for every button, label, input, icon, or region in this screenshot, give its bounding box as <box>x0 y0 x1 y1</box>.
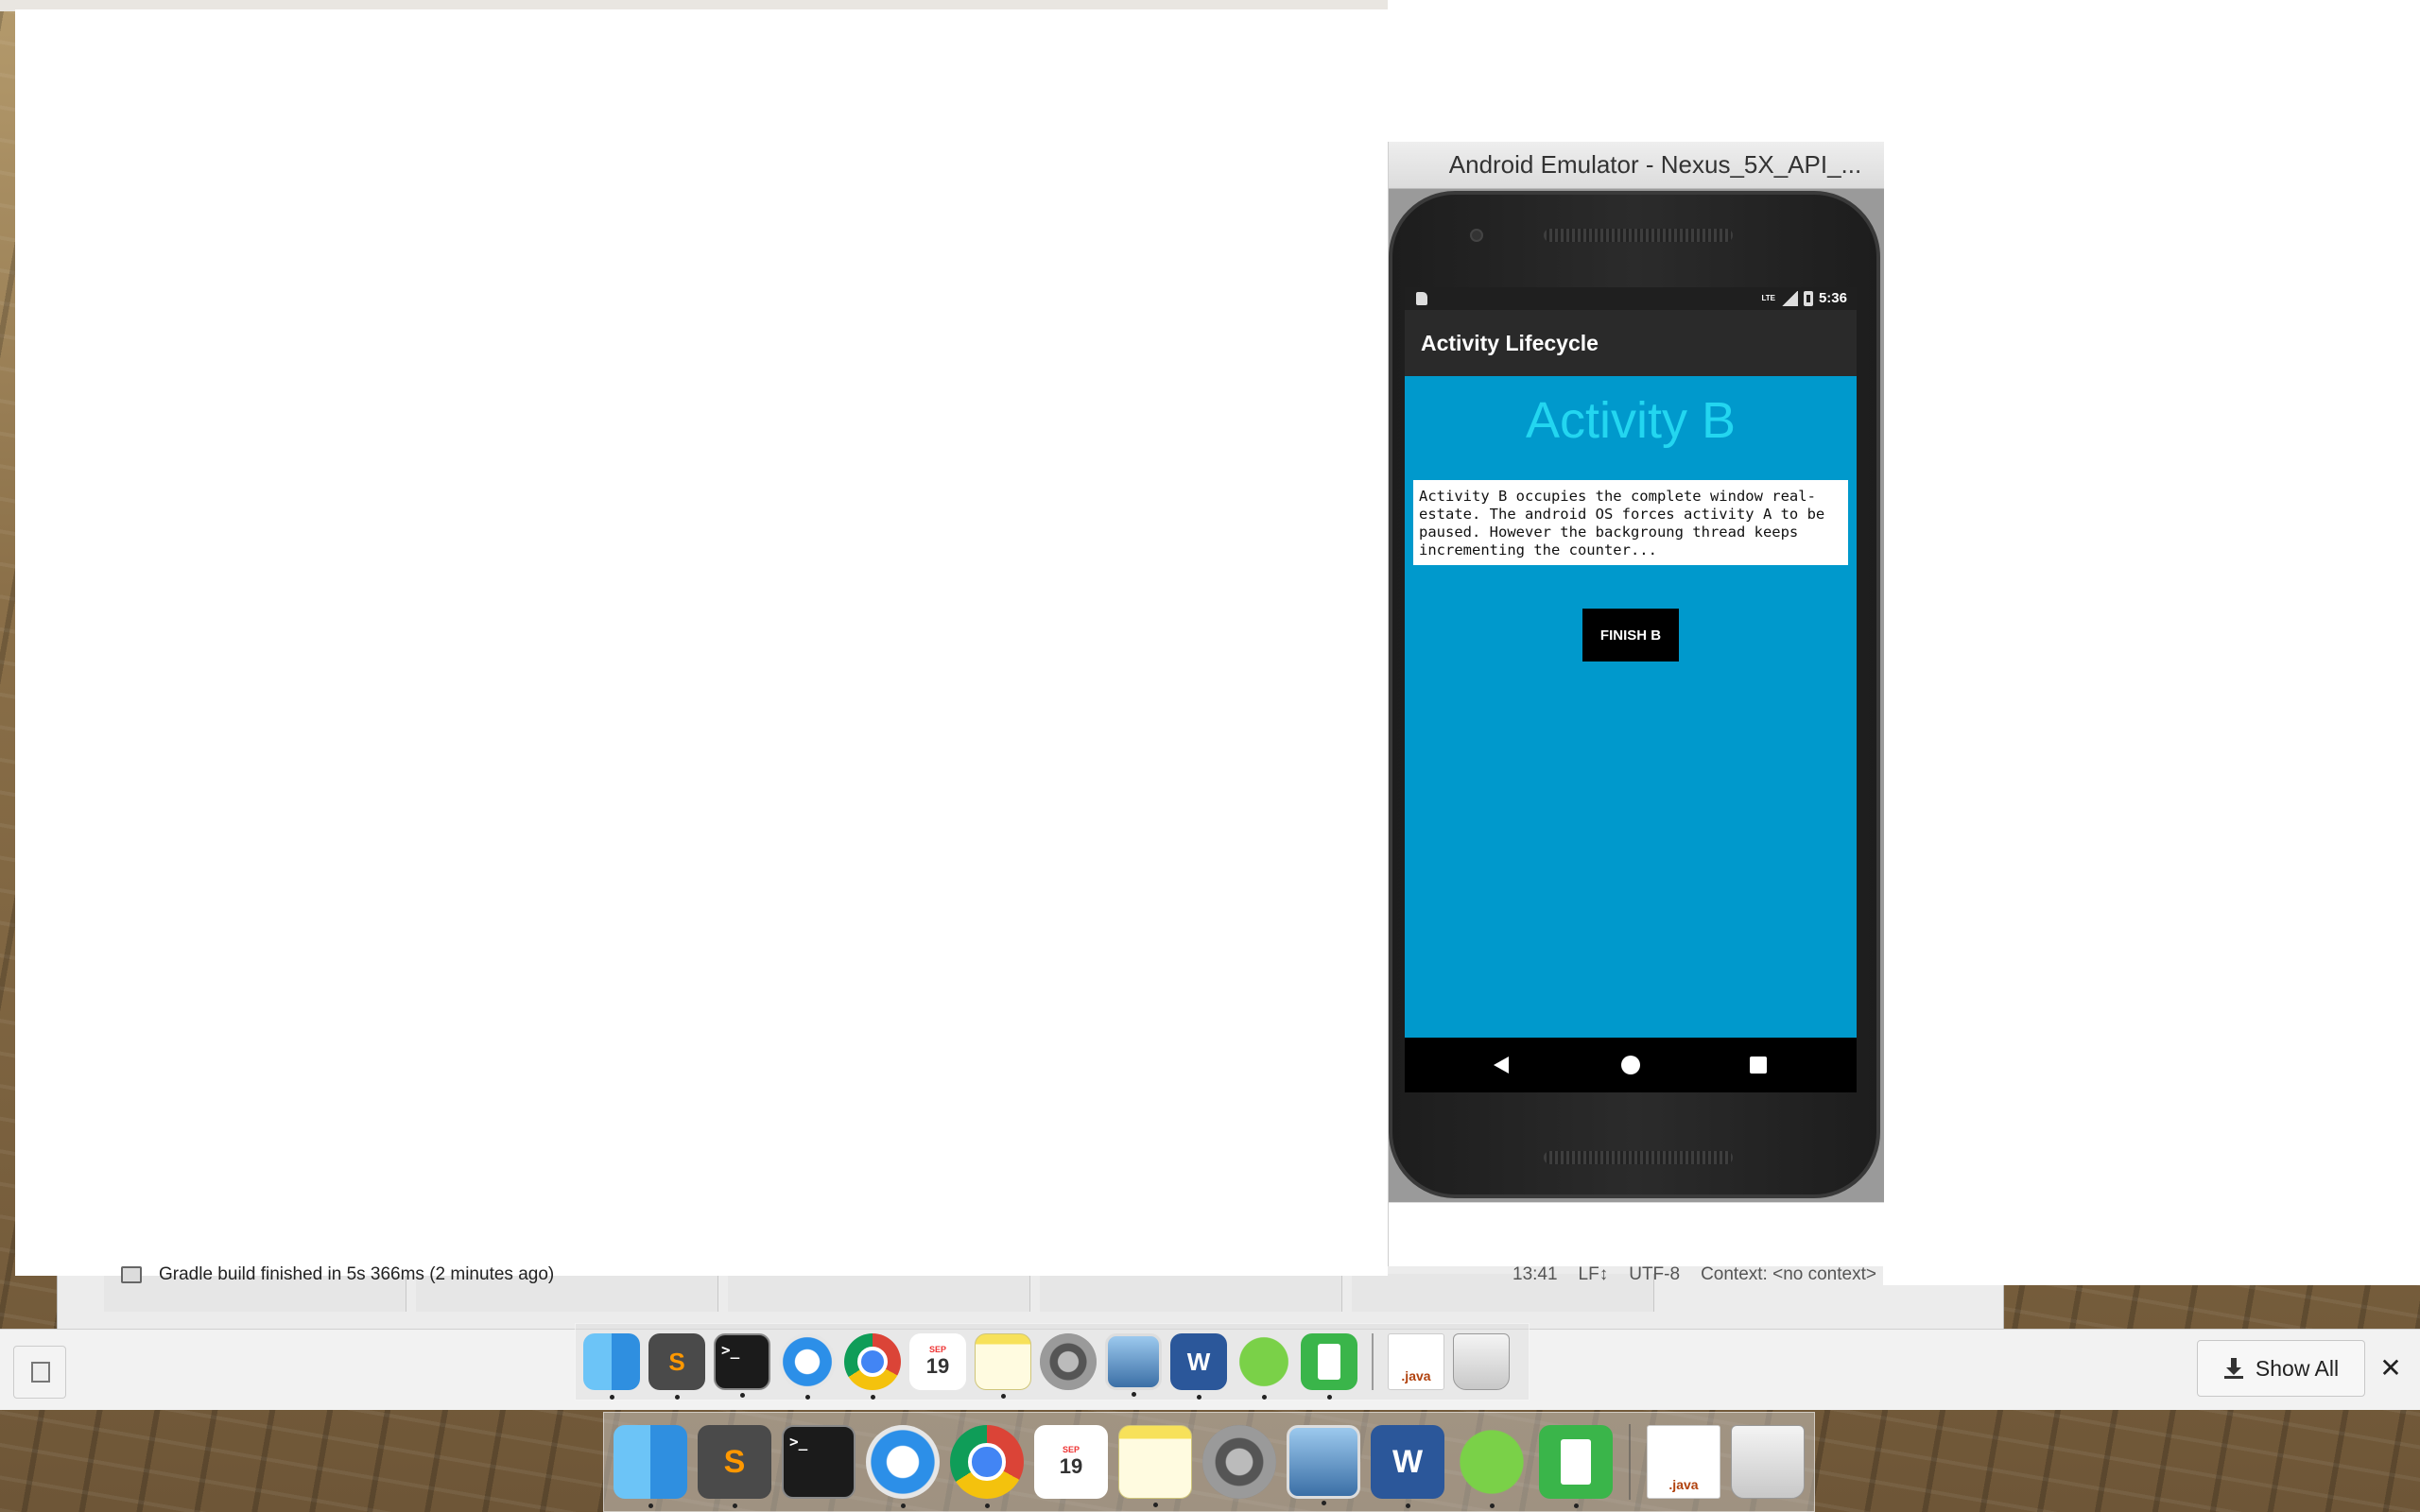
line-separator[interactable]: LF↕ <box>1579 1264 1609 1285</box>
notes-icon[interactable] <box>975 1333 1031 1399</box>
word-icon[interactable]: W <box>1170 1333 1227 1400</box>
speaker-grille-bottom <box>1544 1151 1733 1164</box>
chrome-icon[interactable] <box>844 1333 901 1400</box>
editor-tab[interactable] <box>728 1274 1030 1312</box>
network-type: LTE <box>1761 294 1775 302</box>
java-file-label: .java <box>1668 1477 1699 1492</box>
home-icon[interactable] <box>1621 1056 1640 1074</box>
sublime-icon[interactable]: S <box>648 1333 705 1400</box>
back-icon[interactable] <box>1494 1057 1509 1074</box>
sublime-letter: S <box>668 1347 685 1376</box>
status-time: 5:36 <box>1818 290 1847 306</box>
preview-icon[interactable] <box>1105 1333 1162 1397</box>
build-status: Gradle build finished in 5s 366ms (2 min… <box>159 1264 555 1284</box>
dock-lower: S >_ SEP 19 W .java <box>603 1412 1815 1512</box>
activity-heading: Activity B <box>1525 392 1737 449</box>
terminal-icon[interactable]: >_ <box>782 1425 856 1499</box>
phone-app-icon[interactable] <box>1539 1425 1613 1508</box>
download-icon <box>2223 1358 2244 1379</box>
dock-separator <box>1372 1333 1374 1390</box>
recents-icon[interactable] <box>1750 1057 1767 1074</box>
app-title: Activity Lifecycle <box>1421 330 1599 355</box>
blank-window <box>15 9 1388 1276</box>
calendar-month: SEP <box>1062 1445 1080 1454</box>
sd-card-icon <box>1416 292 1427 305</box>
emulator-bottom-panel <box>1389 1202 1884 1266</box>
speaker-grille-top <box>1544 229 1733 242</box>
java-file-label: .java <box>1401 1368 1431 1383</box>
android-studio-icon[interactable] <box>1455 1425 1529 1508</box>
word-icon[interactable]: W <box>1371 1425 1444 1508</box>
emulator-body: LTE 5:36 Activity Lifecycle Activity B A… <box>1389 189 1884 1202</box>
emulator-titlebar[interactable]: Android Emulator - Nexus_5X_API_... <box>1389 142 1884 189</box>
battery-icon <box>1803 290 1813 306</box>
trash-icon[interactable] <box>1453 1333 1510 1390</box>
java-file-icon[interactable]: .java <box>1388 1333 1444 1390</box>
blank-window-top <box>1388 0 1883 142</box>
terminal-icon[interactable]: >_ <box>714 1333 770 1398</box>
app-bar: Activity Lifecycle <box>1405 310 1857 376</box>
safari-icon[interactable] <box>866 1425 940 1508</box>
emulator-window: Android Emulator - Nexus_5X_API_... LTE … <box>1388 142 1884 1266</box>
editor-tab[interactable] <box>1040 1274 1342 1312</box>
android-studio-icon[interactable] <box>1236 1333 1292 1400</box>
close-download-shelf-icon[interactable]: ✕ <box>2377 1351 2405 1385</box>
finder-icon[interactable] <box>614 1425 687 1508</box>
event-log-icon[interactable] <box>121 1266 142 1283</box>
show-all-downloads-button[interactable]: Show All <box>2197 1340 2365 1397</box>
safari-icon[interactable] <box>779 1333 836 1400</box>
calendar-icon[interactable]: SEP 19 <box>909 1333 966 1390</box>
word-letter: W <box>1392 1443 1424 1480</box>
camera-icon <box>1470 229 1483 242</box>
calendar-icon[interactable]: SEP 19 <box>1034 1425 1108 1499</box>
terminal-prompt: >_ <box>721 1341 740 1359</box>
preview-icon[interactable] <box>1287 1425 1360 1505</box>
dock-upper: S >_ SEP 19 W .java <box>575 1323 1530 1400</box>
java-file-icon[interactable]: .java <box>1647 1425 1720 1499</box>
calendar-day: 19 <box>925 1354 950 1378</box>
emulator-title: Android Emulator - Nexus_5X_API_... <box>1448 150 1862 179</box>
phone-app-icon[interactable] <box>1301 1333 1357 1400</box>
sublime-letter: S <box>723 1443 746 1480</box>
system-preferences-icon[interactable] <box>1040 1333 1097 1390</box>
phone-frame: LTE 5:36 Activity Lifecycle Activity B A… <box>1389 191 1880 1198</box>
chrome-icon[interactable] <box>950 1425 1024 1508</box>
downloaded-file-icon[interactable] <box>13 1346 66 1399</box>
calendar-month: SEP <box>928 1345 946 1354</box>
phone-screen[interactable]: LTE 5:36 Activity Lifecycle Activity B A… <box>1405 287 1857 1092</box>
sublime-icon[interactable]: S <box>698 1425 771 1508</box>
file-encoding[interactable]: UTF-8 <box>1629 1264 1680 1285</box>
ide-statusline: 13:41 LF↕ UTF-8 Context: <no context> <box>1512 1264 1876 1285</box>
android-nav-bar <box>1405 1038 1857 1092</box>
word-letter: W <box>1186 1347 1211 1376</box>
activity-description: Activity B occupies the complete window … <box>1413 480 1848 565</box>
status-icons: LTE 5:36 <box>1761 290 1847 306</box>
android-status-bar: LTE 5:36 <box>1405 287 1857 310</box>
calendar-day: 19 <box>1059 1454 1083 1478</box>
signal-icon <box>1780 290 1798 306</box>
show-all-label: Show All <box>2255 1355 2340 1381</box>
notes-icon[interactable] <box>1118 1425 1192 1507</box>
trash-icon[interactable] <box>1731 1425 1805 1499</box>
system-preferences-icon[interactable] <box>1202 1425 1276 1499</box>
finder-icon[interactable] <box>583 1333 640 1400</box>
dock-separator <box>1629 1424 1631 1500</box>
blank-window-right <box>1883 0 2420 1285</box>
caret-position[interactable]: 13:41 <box>1512 1264 1558 1285</box>
terminal-prompt: >_ <box>789 1433 808 1451</box>
context-indicator[interactable]: Context: <no context> <box>1701 1264 1876 1285</box>
finish-b-button[interactable]: FINISH B <box>1582 609 1679 662</box>
